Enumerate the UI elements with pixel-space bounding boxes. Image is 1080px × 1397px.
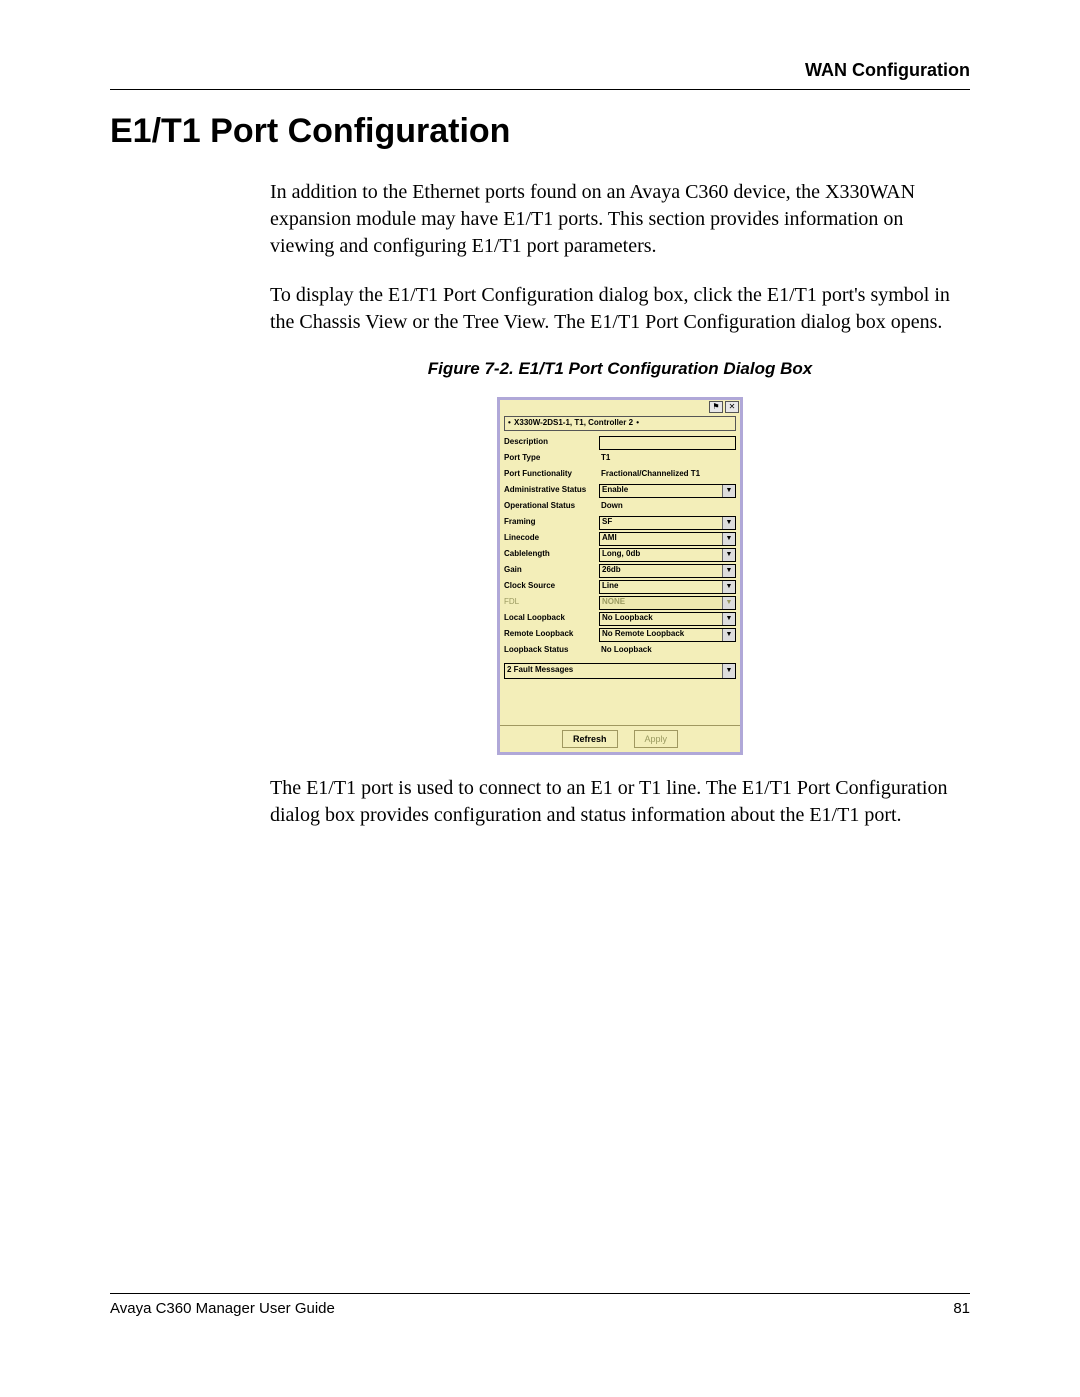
field-cablelength: Cablelength Long, 0db▼ [504,547,736,563]
value-operational-status: Down [599,501,736,512]
label-admin-status: Administrative Status [504,485,599,496]
running-head: WAN Configuration [110,60,970,81]
label-linecode: Linecode [504,533,599,544]
label-port-functionality: Port Functionality [504,469,599,480]
select-cablelength[interactable]: Long, 0db▼ [599,548,736,562]
breadcrumb-next-icon[interactable]: • [635,418,640,427]
label-loopback-status: Loopback Status [504,645,599,656]
select-local-loopback[interactable]: No Loopback▼ [599,612,736,626]
figure-caption: Figure 7-2. E1/T1 Port Configuration Dia… [270,358,970,381]
e1t1-config-dialog: ⚑ ✕ • X330W-2DS1-1, T1, Controller 2 • D… [497,397,743,755]
field-admin-status: Administrative Status Enable▼ [504,483,736,499]
field-gain: Gain 26db▼ [504,563,736,579]
field-framing: Framing SF▼ [504,515,736,531]
value-loopback-status: No Loopback [599,645,736,656]
refresh-button[interactable]: Refresh [562,730,618,748]
top-rule [110,89,970,90]
label-gain: Gain [504,565,599,576]
apply-button: Apply [634,730,679,748]
breadcrumb-prev-icon[interactable]: • [507,418,512,427]
chevron-down-icon: ▼ [722,613,735,625]
label-description: Description [504,437,599,448]
chevron-down-icon: ▼ [722,485,735,497]
select-remote-loopback[interactable]: No Remote Loopback▼ [599,628,736,642]
chevron-down-icon: ▼ [722,565,735,577]
bottom-rule [110,1293,970,1294]
label-fdl: FDL [504,597,599,608]
value-port-type: T1 [599,453,736,464]
dialog-titlebar: ⚑ ✕ [500,400,740,414]
field-linecode: Linecode AMI▼ [504,531,736,547]
field-local-loopback: Local Loopback No Loopback▼ [504,611,736,627]
select-framing[interactable]: SF▼ [599,516,736,530]
select-admin-status[interactable]: Enable▼ [599,484,736,498]
label-cablelength: Cablelength [504,549,599,560]
chevron-down-icon: ▼ [722,517,735,529]
select-gain[interactable]: 26db▼ [599,564,736,578]
fault-messages-text: 2 Fault Messages [507,665,573,676]
value-port-functionality: Fractional/Channelized T1 [599,469,736,480]
chevron-down-icon: ▼ [722,581,735,593]
select-fdl: NONE▼ [599,596,736,610]
label-local-loopback: Local Loopback [504,613,599,624]
chevron-down-icon: ▼ [722,549,735,561]
footer-page-number: 81 [953,1300,970,1317]
field-operational-status: Operational Status Down [504,499,736,515]
field-port-type: Port Type T1 [504,451,736,467]
dialog-breadcrumb[interactable]: • X330W-2DS1-1, T1, Controller 2 • [504,416,736,431]
field-remote-loopback: Remote Loopback No Remote Loopback▼ [504,627,736,643]
dialog-button-bar: Refresh Apply [500,725,740,752]
select-linecode[interactable]: AMI▼ [599,532,736,546]
intro-paragraph-1: In addition to the Ethernet ports found … [270,179,970,260]
input-description[interactable] [599,436,736,450]
intro-paragraph-2: To display the E1/T1 Port Configuration … [270,282,970,336]
close-icon[interactable]: ✕ [725,401,739,413]
field-port-functionality: Port Functionality Fractional/Channelize… [504,467,736,483]
label-operational-status: Operational Status [504,501,599,512]
label-remote-loopback: Remote Loopback [504,629,599,640]
dialog-blank-area [500,679,740,725]
fault-messages-select[interactable]: 2 Fault Messages ▼ [504,663,736,679]
field-clock-source: Clock Source Line▼ [504,579,736,595]
breadcrumb-text: X330W-2DS1-1, T1, Controller 2 [514,418,633,427]
chevron-down-icon: ▼ [722,533,735,545]
label-framing: Framing [504,517,599,528]
field-loopback-status: Loopback Status No Loopback [504,643,736,659]
chevron-down-icon: ▼ [722,597,735,609]
field-fdl: FDL NONE▼ [504,595,736,611]
footer-doc-title: Avaya C360 Manager User Guide [110,1300,335,1317]
label-port-type: Port Type [504,453,599,464]
dialog-field-list: Description Port Type T1 Port Functional… [500,435,740,659]
select-clock-source[interactable]: Line▼ [599,580,736,594]
chevron-down-icon: ▼ [722,629,735,641]
chevron-down-icon: ▼ [722,664,735,678]
post-figure-paragraph: The E1/T1 port is used to connect to an … [270,775,970,829]
section-title: E1/T1 Port Configuration [110,112,970,151]
label-clock-source: Clock Source [504,581,599,592]
pin-icon[interactable]: ⚑ [709,401,723,413]
field-description: Description [504,435,736,451]
